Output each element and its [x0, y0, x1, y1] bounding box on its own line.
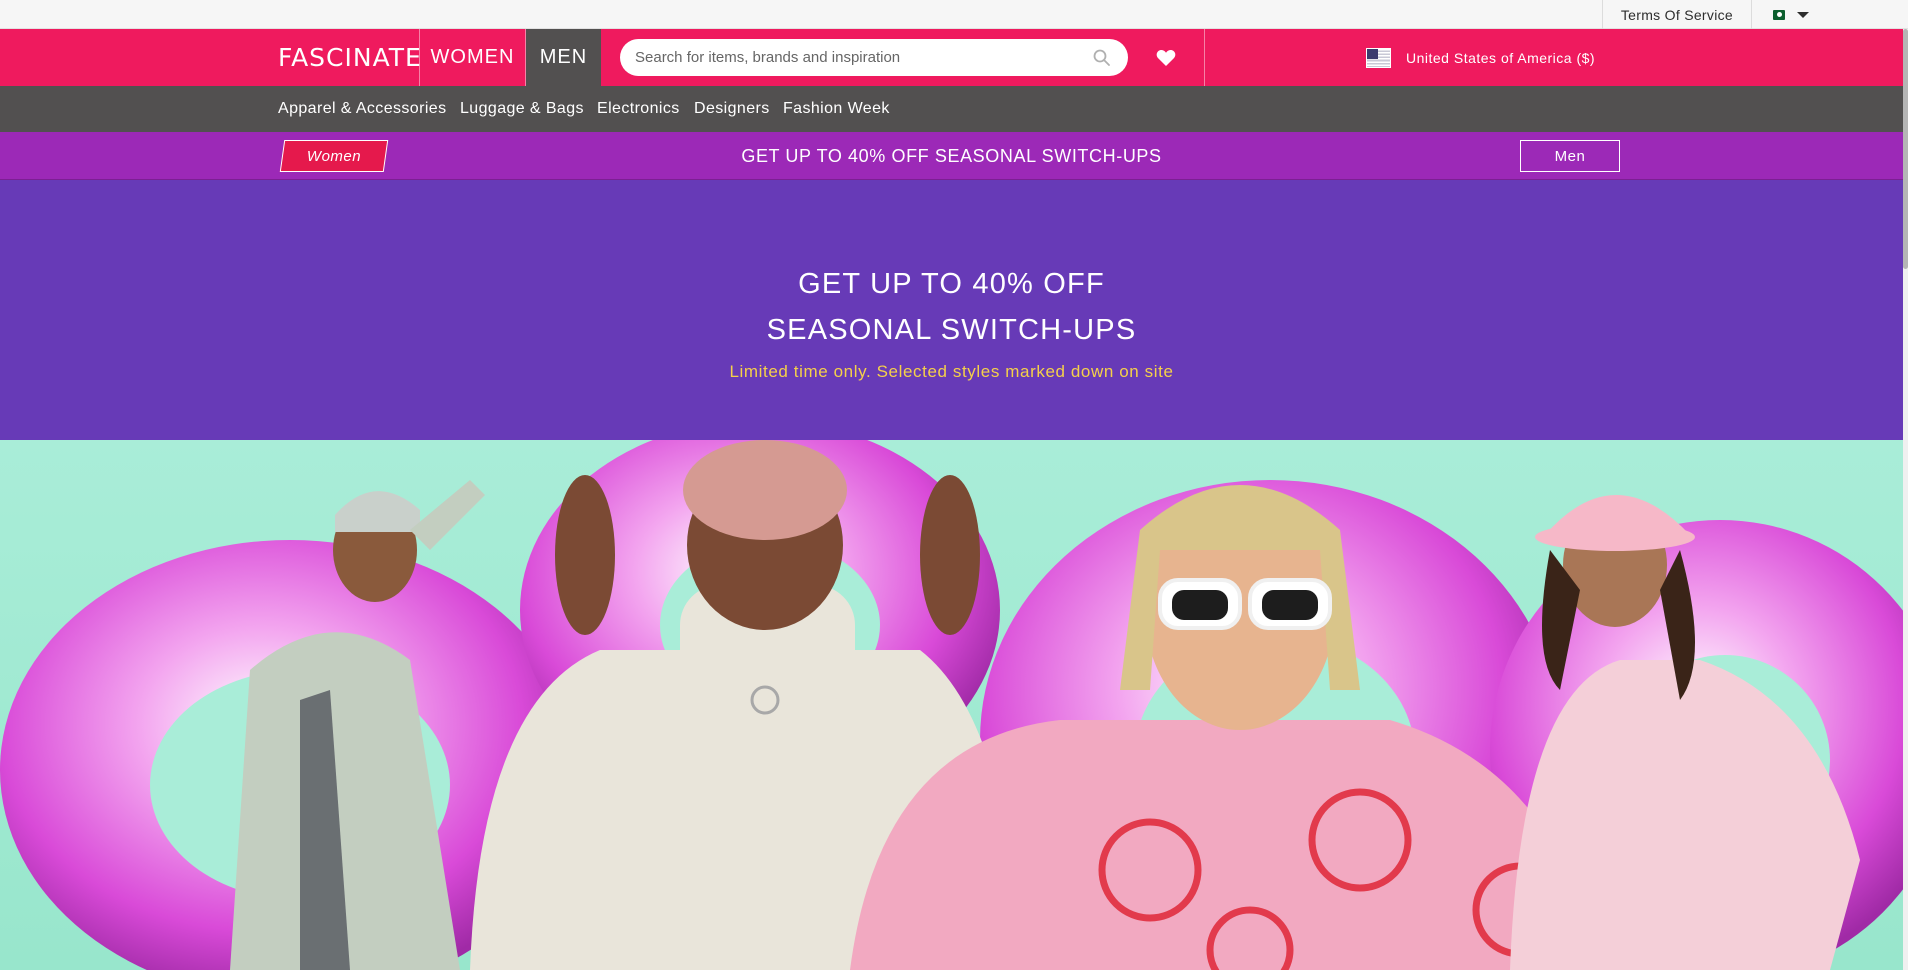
category-nav: Apparel & Accessories Luggage & Bags Ele…: [0, 86, 1908, 132]
search-bar: [620, 39, 1128, 76]
main-header: FASCINATE WOMEN MEN United States of Ame…: [0, 29, 1908, 86]
hero-headline-line1: GET UP TO 40% OFF: [798, 268, 1105, 300]
nav-item-electronics[interactable]: Electronics: [597, 86, 680, 132]
site-logo[interactable]: FASCINATE: [278, 29, 421, 86]
chevron-down-icon: [1797, 11, 1809, 18]
pakistan-flag-icon: [1773, 9, 1785, 20]
hero-banner[interactable]: GET UP TO 40% OFF SEASONAL SWITCH-UPS Li…: [0, 180, 1903, 440]
promo-men-button[interactable]: Men: [1520, 140, 1620, 172]
utility-bar: Terms Of Service: [0, 0, 1908, 29]
page-scrollbar[interactable]: [1903, 29, 1908, 970]
us-flag-icon: [1366, 47, 1391, 68]
country-selector[interactable]: United States of America ($): [1366, 29, 1595, 86]
country-label: United States of America ($): [1406, 49, 1596, 66]
nav-item-fashion-week[interactable]: Fashion Week: [783, 86, 890, 132]
nav-item-luggage-bags[interactable]: Luggage & Bags: [460, 86, 584, 132]
nav-item-apparel-accessories[interactable]: Apparel & Accessories: [278, 86, 446, 132]
promo-women-label: Women: [306, 147, 362, 165]
tab-women[interactable]: WOMEN: [419, 29, 526, 86]
nav-item-designers[interactable]: Designers: [694, 86, 770, 132]
region-selector[interactable]: [1752, 0, 1830, 29]
heart-icon: [1156, 49, 1176, 66]
wishlist-button[interactable]: [1128, 29, 1205, 86]
search-icon[interactable]: [1093, 49, 1110, 66]
terms-of-service-link[interactable]: Terms Of Service: [1601, 0, 1752, 29]
promo-banner: GET UP TO 40% OFF SEASONAL SWITCH-UPS Wo…: [0, 132, 1908, 180]
hero-headline-line2: SEASONAL SWITCH-UPS: [766, 314, 1137, 346]
campaign-image[interactable]: [0, 440, 1903, 970]
search-input[interactable]: [635, 49, 1075, 66]
hero-subtext: Limited time only. Selected styles marke…: [729, 362, 1174, 381]
scrollbar-thumb[interactable]: [1903, 29, 1908, 269]
tab-men[interactable]: MEN: [526, 29, 601, 86]
promo-women-button[interactable]: Women: [282, 140, 386, 172]
